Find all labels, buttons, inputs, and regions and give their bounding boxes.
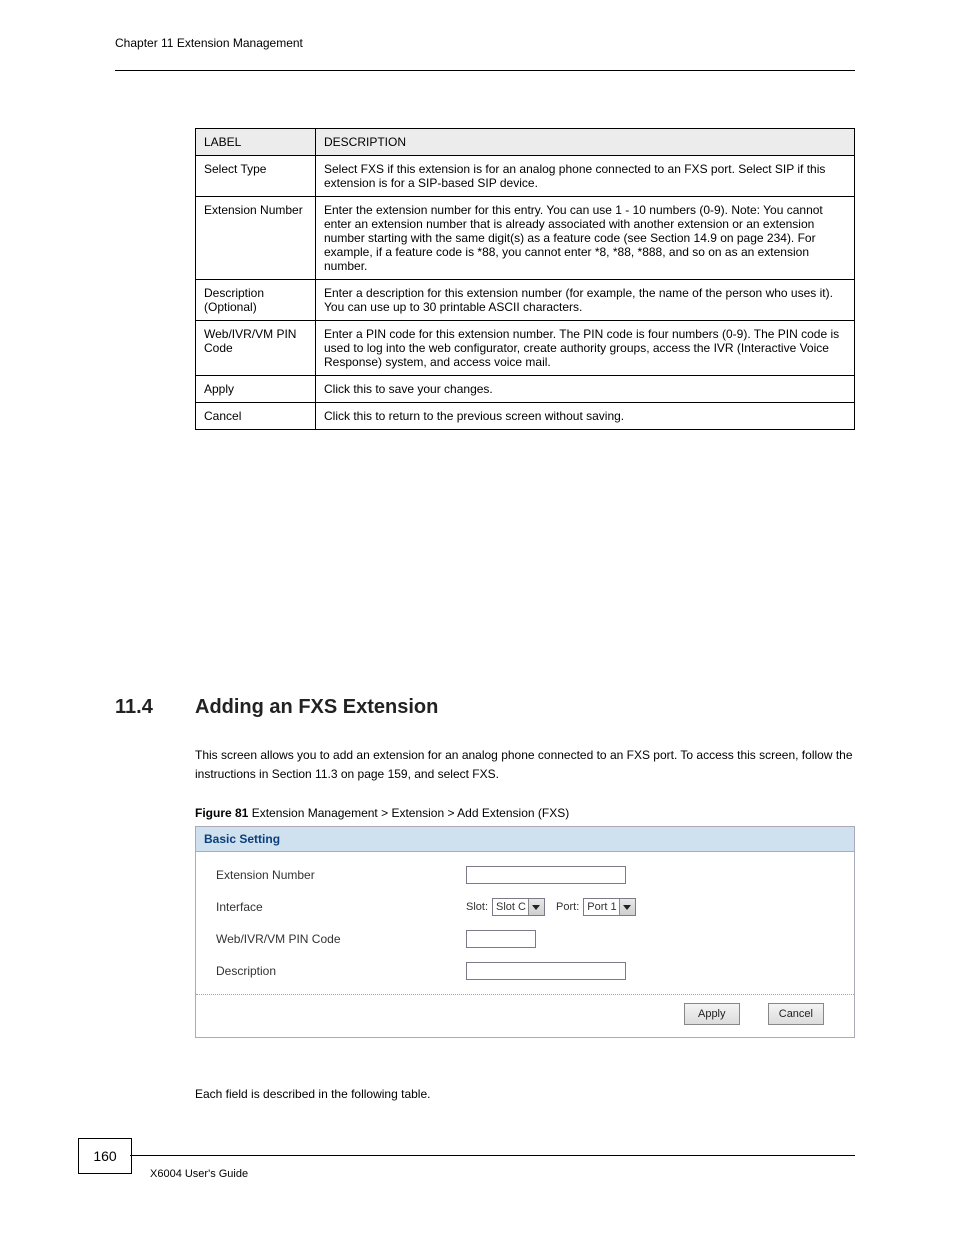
- table-cell-label: Select Type: [196, 156, 316, 197]
- chapter-heading: Chapter 11 Extension Management: [115, 36, 303, 50]
- table-row: Apply Click this to save your changes.: [196, 376, 855, 403]
- chevron-down-icon: [528, 899, 544, 915]
- slot-select-value: Slot C: [496, 901, 528, 913]
- table-cell-desc: Enter the extension number for this entr…: [316, 197, 855, 280]
- port-prefix: Port:: [556, 901, 579, 913]
- table-cell-desc: Click this to save your changes.: [316, 376, 855, 403]
- pin-code-label: Web/IVR/VM PIN Code: [216, 932, 466, 946]
- table-row: Web/IVR/VM PIN Code Enter a PIN code for…: [196, 321, 855, 376]
- row-extension-number: Extension Number: [216, 866, 834, 884]
- description-label: Description: [216, 964, 466, 978]
- footer-rule: [130, 1155, 855, 1156]
- interface-label: Interface: [216, 900, 466, 914]
- figure-label: Figure 81: [195, 806, 248, 820]
- figure-caption: Figure 81 Extension Management > Extensi…: [195, 806, 569, 820]
- row-description: Description: [216, 962, 834, 980]
- table-cell-desc: Select FXS if this extension is for an a…: [316, 156, 855, 197]
- basic-setting-panel: Basic Setting Extension Number Interface…: [195, 826, 855, 1038]
- header-rule: [115, 70, 855, 71]
- fields-table: LABEL DESCRIPTION Select Type Select FXS…: [195, 128, 855, 430]
- section-intro: This screen allows you to add an extensi…: [195, 746, 855, 783]
- extension-number-label: Extension Number: [216, 868, 466, 882]
- apply-button[interactable]: Apply: [684, 1003, 740, 1025]
- page-number-value: 160: [93, 1148, 116, 1164]
- table-cell-label: Description (Optional): [196, 280, 316, 321]
- table-cell-desc: Enter a description for this extension n…: [316, 280, 855, 321]
- table-row: Description (Optional) Enter a descripti…: [196, 280, 855, 321]
- fields-table-head-desc: DESCRIPTION: [316, 129, 855, 156]
- row-interface: Interface Slot: Slot C Port: Port 1: [216, 898, 834, 916]
- slot-prefix: Slot:: [466, 901, 488, 913]
- fields-table-head-label: LABEL: [196, 129, 316, 156]
- table-cell-label: Extension Number: [196, 197, 316, 280]
- row-pin-code: Web/IVR/VM PIN Code: [216, 930, 834, 948]
- slot-select[interactable]: Slot C: [492, 898, 545, 916]
- table-cell-label: Apply: [196, 376, 316, 403]
- chapter-text: Chapter 11 Extension Management: [115, 36, 303, 50]
- port-select-value: Port 1: [587, 901, 618, 913]
- table-row: Select Type Select FXS if this extension…: [196, 156, 855, 197]
- section-number: 11.4: [115, 696, 153, 719]
- table-cell-label: Cancel: [196, 403, 316, 430]
- under-figure-text: Each field is described in the following…: [195, 1085, 855, 1104]
- panel-body: Extension Number Interface Slot: Slot C: [196, 852, 854, 1037]
- description-input[interactable]: [466, 962, 626, 980]
- extension-number-input[interactable]: [466, 866, 626, 884]
- table-cell-desc: Enter a PIN code for this extension numb…: [316, 321, 855, 376]
- figure-text: Extension Management > Extension > Add E…: [248, 806, 569, 820]
- table-cell-label: Web/IVR/VM PIN Code: [196, 321, 316, 376]
- table-row: Extension Number Enter the extension num…: [196, 197, 855, 280]
- page: Chapter 11 Extension Management LABEL DE…: [0, 0, 954, 1235]
- page-number: 160: [78, 1138, 132, 1174]
- port-select[interactable]: Port 1: [583, 898, 635, 916]
- footer-text: X6004 User's Guide: [150, 1168, 248, 1180]
- chevron-down-icon: [619, 899, 635, 915]
- table-cell-desc: Click this to return to the previous scr…: [316, 403, 855, 430]
- panel-buttons: Apply Cancel: [196, 994, 854, 1037]
- table-row: Cancel Click this to return to the previ…: [196, 403, 855, 430]
- cancel-button[interactable]: Cancel: [768, 1003, 824, 1025]
- pin-code-input[interactable]: [466, 930, 536, 948]
- section-title: Adding an FXS Extension: [195, 696, 438, 719]
- panel-title: Basic Setting: [196, 827, 854, 852]
